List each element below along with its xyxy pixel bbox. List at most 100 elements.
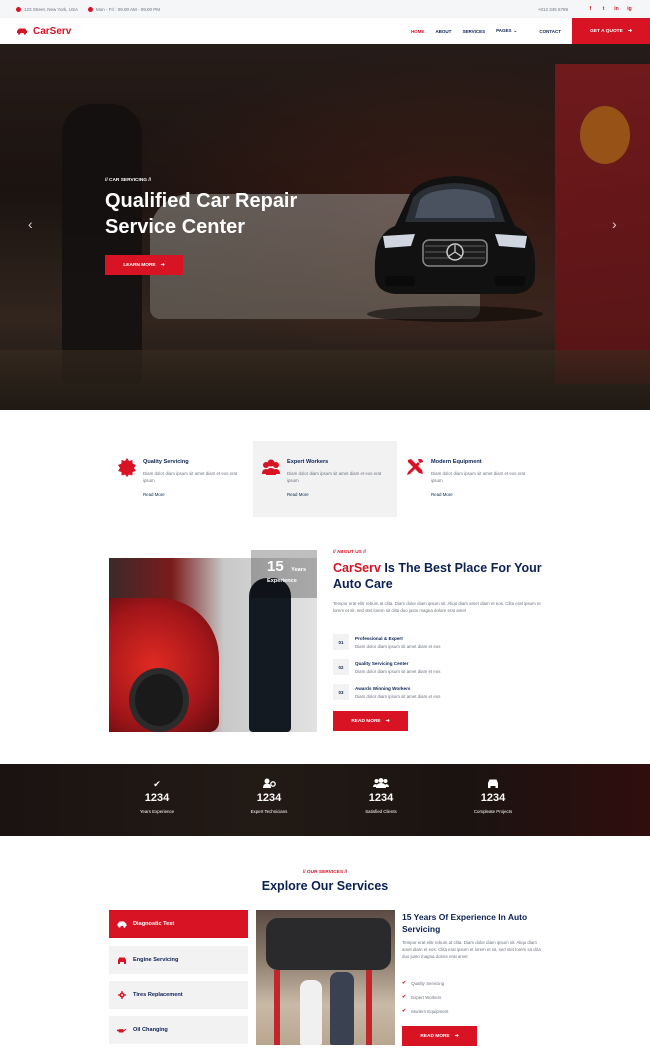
hero-title: Qualified Car Repair Service Center — [105, 190, 298, 238]
nav-services[interactable]: SERVICES — [462, 29, 485, 34]
learn-more-label: LEARN MORE — [123, 262, 156, 268]
check-icon: ✔ — [402, 980, 407, 986]
clock-icon — [88, 6, 94, 12]
carousel-next-icon[interactable]: › — [612, 216, 617, 232]
fact-complete-projects: 1234 Compleate Projects — [448, 778, 538, 814]
tab-label: Diagnostic Test — [133, 921, 175, 927]
feature-title: Quality Servicing — [143, 459, 189, 465]
fact-label: Years Experience — [139, 809, 175, 814]
mechanic-shape — [330, 972, 354, 1045]
read-more-link[interactable]: Read More — [287, 492, 389, 497]
top-bar: 123 Street, New York, USA Mon - Fri : 09… — [0, 0, 650, 18]
fact-label: Expert Technicians — [250, 809, 288, 814]
feature-quality-servicing: Quality Servicing Diam dolor diam ipsum … — [109, 441, 253, 517]
about-item-number: 03 — [333, 684, 349, 700]
feature-expert-workers: Expert Workers Diam dolor diam ipsum sit… — [253, 441, 397, 517]
brand-logo[interactable]: CarServ — [16, 26, 71, 37]
twitter-icon[interactable]: t — [599, 5, 608, 14]
address-text: 123 Street, New York, USA — [24, 6, 79, 12]
arrow-right-icon: ➜ — [385, 718, 390, 724]
about-item-number: 01 — [333, 634, 349, 650]
feature-text: Diam dolor diam ipsum sit amet diam et e… — [431, 471, 526, 483]
service-list-label: Quality Servicing — [411, 980, 445, 986]
address: 123 Street, New York, USA — [16, 6, 79, 12]
tab-label: Engine Servicing — [133, 957, 179, 963]
experience-years: 15 — [267, 558, 284, 575]
experience-badge: 15 Years Experience — [251, 550, 317, 598]
tab-tires-replacement[interactable]: Tires Replacement — [109, 981, 248, 1009]
feature-text: Diam dolor diam ipsum sit amet diam et e… — [287, 471, 382, 483]
about-item-text: Diam dolor diam ipsum sit amet diam et e… — [355, 669, 441, 674]
car-icon — [17, 28, 27, 35]
fact-value: 1234 — [256, 792, 282, 804]
phone-number[interactable]: +012 345 6789 — [538, 7, 568, 12]
fact-value: 1234 — [368, 792, 394, 804]
about-title: CarServ Is The Best Place For Your Auto … — [333, 560, 548, 592]
cog-icon — [118, 991, 126, 999]
car-icon — [118, 957, 126, 964]
certificate-icon — [118, 458, 136, 477]
read-more-label: READ MORE — [420, 1033, 450, 1039]
service-list-label: Expert Workers — [411, 994, 442, 1000]
oil-can-icon — [117, 1028, 127, 1033]
fact-value: 1234 — [480, 792, 506, 804]
about-item-title: Awards Winning Workers — [355, 686, 411, 691]
car-icon — [448, 778, 538, 790]
facts-section: ✔ 1234 Years Experience 1234 Expert Tech… — [0, 764, 650, 836]
fact-satisfied-clients: 1234 Satisfied Clients — [336, 778, 426, 814]
arrow-right-icon: ➜ — [160, 262, 165, 268]
read-more-link[interactable]: Read More — [143, 492, 245, 497]
nav-pages-label: PAGES — [496, 28, 512, 33]
nav-home[interactable]: HOME — [411, 29, 425, 34]
about-item: 03 Awards Winning Workers Diam dolor dia… — [333, 684, 543, 704]
read-more-label: READ MORE — [351, 718, 381, 724]
nav-contact[interactable]: CONTACT — [539, 29, 561, 34]
get-quote-button[interactable]: GET A QUOTE ➜ — [572, 18, 650, 44]
linkedin-icon[interactable]: in — [612, 5, 621, 14]
feature-title: Modern Equipment — [431, 459, 482, 465]
hero-car-image — [367, 176, 543, 322]
hero-carousel: // CAR SERVICING // Qualified Car Repair… — [0, 44, 650, 410]
fact-value: 1234 — [144, 792, 170, 804]
feature-text: Diam dolor diam ipsum sit amet diam et e… — [143, 471, 238, 483]
check-icon: ✔ — [402, 994, 407, 1000]
service-list-item: ✔ Quality Servicing — [402, 980, 444, 986]
mechanic-shape — [249, 578, 291, 732]
read-more-link[interactable]: Read More — [431, 492, 533, 497]
lifted-car-shape — [266, 918, 391, 970]
carousel-prev-icon[interactable]: ‹ — [28, 216, 33, 232]
instagram-icon[interactable]: ig — [625, 5, 634, 14]
map-marker-icon — [16, 6, 21, 12]
chevron-down-icon: ⌄ — [513, 28, 518, 33]
feature-modern-equipment: Modern Equipment Diam dolor diam ipsum s… — [397, 441, 541, 517]
nav-pages[interactable]: PAGES ⌄ — [496, 28, 528, 34]
learn-more-button[interactable]: LEARN MORE ➜ — [105, 255, 183, 275]
service-list-item: ✔ Modern Equipment — [402, 1008, 448, 1014]
mechanic-shape — [300, 980, 322, 1045]
fact-expert-technicians: 1234 Expert Technicians — [224, 778, 314, 814]
tire-shape — [129, 668, 189, 732]
tab-oil-changing[interactable]: Oil Changing — [109, 1016, 248, 1044]
about-title-brand: CarServ — [333, 561, 381, 575]
about-item-text: Diam dolor diam ipsum sit amet diam et e… — [355, 694, 441, 699]
check-icon: ✔ — [402, 1008, 407, 1014]
about-read-more-button[interactable]: READ MORE ➜ — [333, 711, 408, 731]
tab-diagnostic-test[interactable]: Diagnostic Test — [109, 910, 248, 938]
hero-kicker: // CAR SERVICING // — [105, 178, 152, 183]
about-item: 02 Quality Servicing Center Diam dolor d… — [333, 659, 543, 679]
tab-engine-servicing[interactable]: Engine Servicing — [109, 946, 248, 974]
about-item: 01 Professional & Expert Diam dolor diam… — [333, 634, 543, 654]
about-item-text: Diam dolor diam ipsum sit amet diam et e… — [355, 644, 441, 649]
facebook-icon[interactable]: f — [586, 5, 595, 14]
tools-icon — [407, 459, 423, 475]
arrow-right-icon: ➜ — [454, 1033, 459, 1039]
users-icon — [336, 778, 426, 790]
nav-about[interactable]: ABOUT — [435, 29, 451, 34]
experience-years-label: Years — [291, 567, 307, 573]
service-read-more-button[interactable]: READ MORE ➜ — [402, 1026, 477, 1046]
service-heading: 15 Years Of Experience In Auto Servicing — [402, 912, 528, 934]
nav-menu: HOME ABOUT SERVICES PAGES ⌄ CONTACT — [411, 28, 572, 34]
experience-label: Experience — [267, 578, 297, 584]
fact-years-experience: ✔ 1234 Years Experience — [112, 778, 202, 814]
facts-overlay — [0, 764, 650, 836]
